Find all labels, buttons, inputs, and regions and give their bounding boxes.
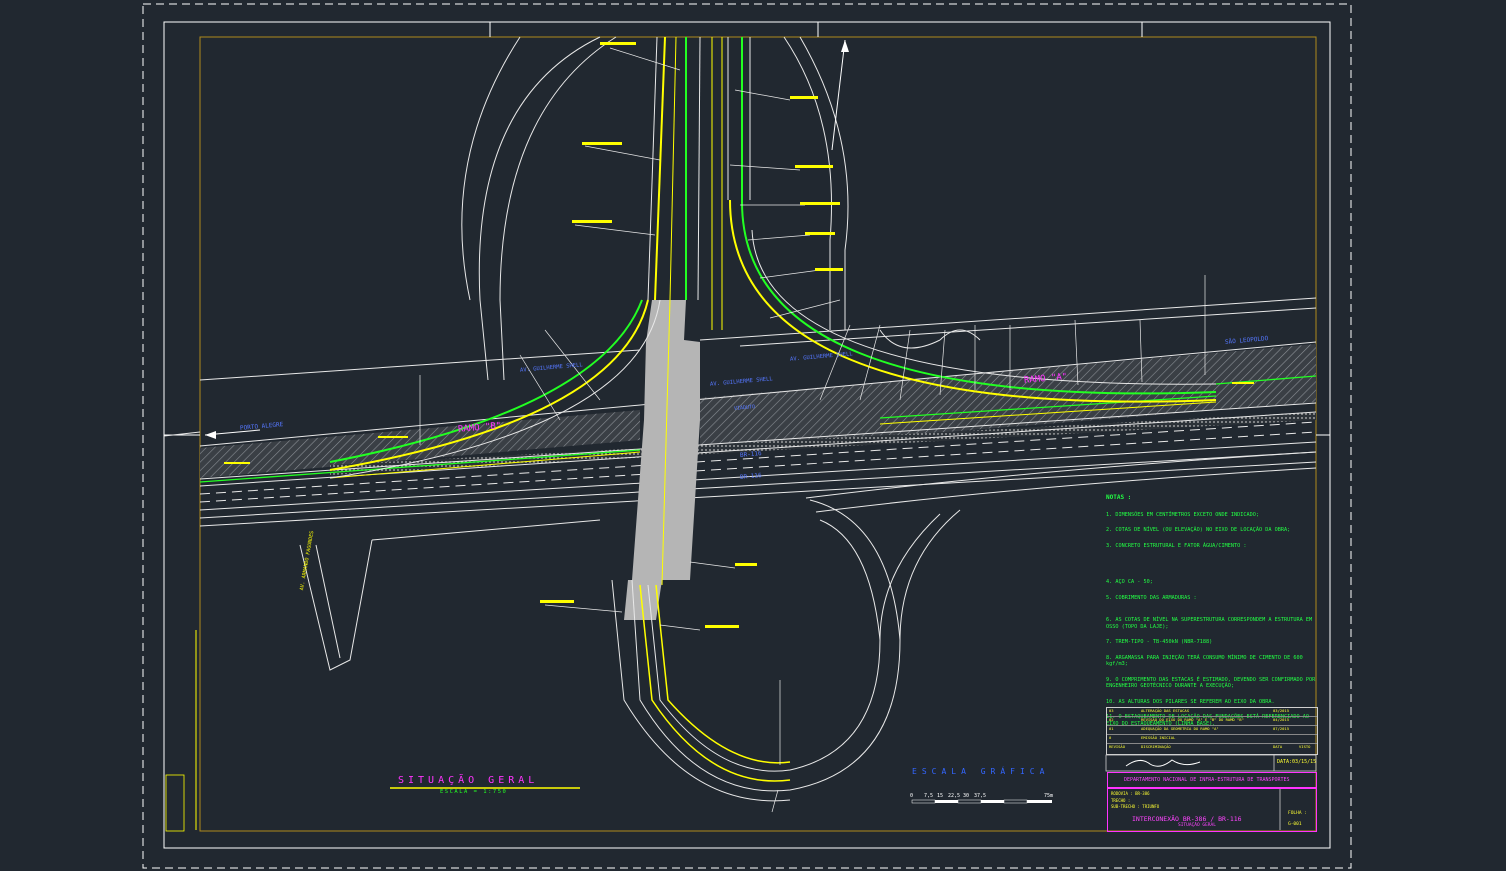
north-direction-arrow <box>831 39 849 151</box>
scale-tick-6: 75m <box>1044 793 1054 799</box>
annotation-marks <box>224 42 1254 628</box>
subtrecho: SUB-TRECHO : TRIUNFO <box>1111 804 1160 809</box>
revision-row: 02 REVISÃO DO EIXO DO RAMO "A" E "B" DO … <box>1107 717 1317 726</box>
rev-num: 0 <box>1109 735 1112 740</box>
rev-num: 02 <box>1109 717 1114 722</box>
note-item: 9. O COMPRIMENTO DAS ESTACAS É ESTIMADO,… <box>1106 676 1316 690</box>
rev-header-visto: VISTO <box>1299 744 1311 749</box>
notes-panel: NOTAS : 1. DIMENSÕES EM CENTÍMETROS EXCE… <box>1106 494 1318 736</box>
stamp-box <box>165 774 185 832</box>
department-box: DEPARTAMENTO NACIONAL DE INFRA-ESTRUTURA… <box>1107 772 1317 788</box>
scale-tick-3: 22,5 <box>948 793 961 799</box>
rev-header-desc: DISCRIMINAÇÃO <box>1141 744 1171 749</box>
scale-tick-5: 37,5 <box>974 793 987 799</box>
project-subtitle: SITUAÇÃO GERAL <box>1178 823 1216 828</box>
north-road <box>647 36 751 330</box>
rev-num: 01 <box>1109 726 1114 731</box>
rev-desc: EMISSÃO INICIAL <box>1141 735 1176 740</box>
scale-tick-4: 30 <box>963 793 970 799</box>
note-item: 8. ARGAMASSA PARA INJEÇÃO TERÁ CONSUMO M… <box>1106 654 1303 668</box>
graphic-scale-title: ESCALA GRÁFICA <box>912 767 1050 776</box>
note-item: 5. COBRIMENTO DAS ARMADURAS : <box>1106 594 1197 601</box>
title-block-main: RODOVIA : BR-386 TRECHO : SUB-TRECHO : T… <box>1107 788 1317 832</box>
scale-tick-1: 7,5 <box>924 793 934 799</box>
revision-row: 0 EMISSÃO INICIAL <box>1107 735 1317 744</box>
rev-date: 03/2015 <box>1273 708 1290 713</box>
rev-date <box>1271 735 1273 743</box>
revision-row: 03 ALTERAÇÃO DAS ESTACAS 03/2015 <box>1107 708 1317 717</box>
project-title: INTERCONEXÃO BR-386 / BR-116 <box>1132 815 1242 823</box>
notes-heading: NOTAS : <box>1106 494 1132 501</box>
signature-mark <box>1125 759 1201 767</box>
revision-header: REVISÃO DISCRIMINAÇÃO DATA VISTO <box>1107 744 1317 752</box>
drawing-scale: ESCALA = 1:750 <box>440 789 508 795</box>
note-item: 2. COTAS DE NÍVEL (OU ELEVAÇÃO) NO EIXO … <box>1106 527 1291 533</box>
folha-label: FOLHA : <box>1288 811 1307 816</box>
folha-number: G-001 <box>1288 822 1302 827</box>
revision-row: 01 ADEQUAÇÃO DA GEOMETRIA DO RAMO "A" 07… <box>1107 726 1317 735</box>
rodovia: RODOVIA : BR-386 <box>1111 791 1150 796</box>
west-direction-arrow <box>204 429 261 439</box>
rev-desc: ADEQUAÇÃO DA GEOMETRIA DO RAMO "A" <box>1141 726 1219 731</box>
note-item: 6. AS COTAS DE NÍVEL NA SUPERESTRUTURA C… <box>1106 617 1313 630</box>
trecho: TRECHO : <box>1111 798 1131 803</box>
rev-desc: REVISÃO DO EIXO DO RAMO "A" E "B" DO RAM… <box>1141 717 1244 722</box>
rev-date: 04/2015 <box>1273 717 1290 722</box>
note-item: 4. AÇO CA - 50; <box>1106 579 1153 585</box>
title-block-date: DATA:03/15/15 <box>1277 759 1317 765</box>
note-item: 1. DIMENSÕES EM CENTÍMETROS EXCETO ONDE … <box>1106 511 1260 518</box>
note-item: 3. CONCRETO ESTRUTURAL E FATOR ÁGUA/CIME… <box>1106 542 1247 549</box>
revision-table: 03 ALTERAÇÃO DAS ESTACAS 03/2015 02 REVI… <box>1106 707 1318 755</box>
rev-header-date: DATA <box>1273 744 1283 749</box>
rev-header-num: REVISÃO <box>1109 744 1126 749</box>
rev-date: 07/2015 <box>1273 726 1290 731</box>
department-name: DEPARTAMENTO NACIONAL DE INFRA-ESTRUTURA… <box>1124 777 1290 783</box>
scale-tick-2: 15 <box>937 793 944 799</box>
drawing-title: SITUAÇÃO GERAL <box>398 775 539 786</box>
rev-desc: ALTERAÇÃO DAS ESTACAS <box>1141 708 1190 713</box>
note-item: 7. TREM-TIPO - TB-450kN (NBR-7188) <box>1106 639 1213 645</box>
note-item: 10. AS ALTURAS DOS PILARES SE REFEREM AO… <box>1106 698 1275 705</box>
scale-tick-0: 0 <box>910 793 914 799</box>
rev-num: 03 <box>1109 708 1114 713</box>
graphic-scale-bar <box>911 799 1052 804</box>
